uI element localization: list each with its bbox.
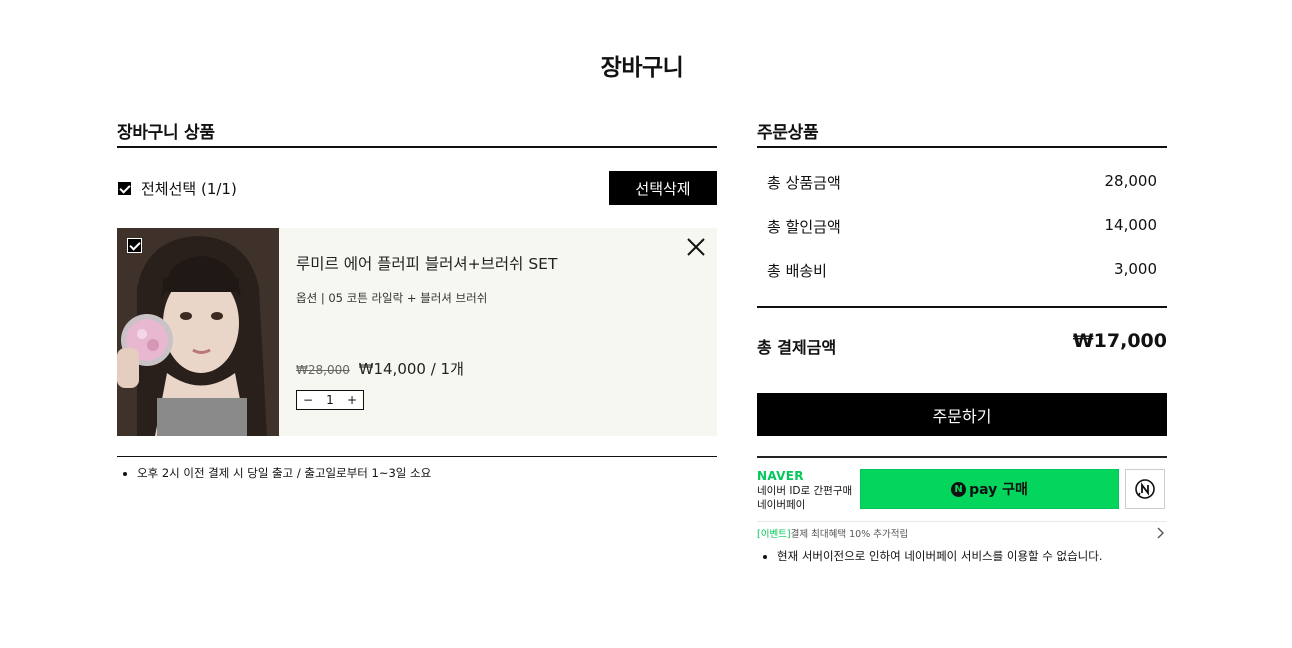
order-button[interactable]: 주문하기 [757, 393, 1167, 436]
shipping-note-item: 오후 2시 이전 결제 시 당일 출고 / 출고일로부터 1~3일 소요 [137, 465, 717, 481]
chevron-right-icon[interactable] [1155, 527, 1165, 539]
quantity-stepper: − 1 + [296, 390, 364, 410]
naver-talk-icon [1135, 479, 1155, 499]
summary-label: 총 할인금액 [767, 218, 841, 236]
order-summary: 주문상품 총 상품금액 28,000 총 할인금액 14,000 총 배송비 3… [757, 118, 1167, 568]
qty-value[interactable]: 1 [319, 391, 341, 409]
shipping-note: 오후 2시 이전 결제 시 당일 출고 / 출고일로부터 1~3일 소요 [117, 465, 717, 481]
sale-price: ₩14,000 / 1개 [358, 360, 464, 378]
naver-desc: 네이버 ID로 간편구매 네이버페이 [757, 485, 853, 511]
summary-value: 3,000 [1114, 260, 1157, 278]
summary-list: 총 상품금액 28,000 총 할인금액 14,000 총 배송비 3,000 [757, 148, 1167, 306]
naver-pay-button[interactable]: N pay 구매 [860, 469, 1119, 509]
original-price: ₩28,000 [296, 363, 350, 377]
npay-icon: N [951, 481, 967, 497]
total-label: 총 결제금액 [757, 338, 837, 357]
close-icon[interactable] [687, 238, 705, 256]
summary-row-shipping: 총 배송비 3,000 [757, 250, 1167, 294]
total-value: ₩17,000 [1072, 330, 1167, 352]
summary-value: 14,000 [1104, 216, 1158, 234]
summary-value: 28,000 [1104, 172, 1158, 190]
select-all-checkbox[interactable] [118, 182, 131, 195]
item-price: ₩28,000 ₩14,000 / 1개 [296, 358, 464, 379]
cart-item: 루미르 에어 플러피 블러셔+브러쉬 SET 옵션 | 05 코튼 라일락 + … [117, 228, 717, 436]
naver-pay-box: NAVER 네이버 ID로 간편구매 네이버페이 N pay 구매 [이벤트]결… [757, 456, 1167, 568]
item-name[interactable]: 루미르 에어 플러피 블러셔+브러쉬 SET [296, 252, 557, 274]
naver-talk-button[interactable] [1125, 469, 1165, 509]
select-all-label[interactable]: 전체선택 (1/1) [141, 178, 237, 199]
naver-logo: NAVER [757, 469, 804, 483]
delete-selected-button[interactable]: 선택삭제 [609, 171, 717, 205]
event-desc: 결제 최대혜택 10% 추가적립 [790, 529, 909, 540]
total-row: 총 결제금액 ₩17,000 [757, 306, 1167, 378]
cart-section: 장바구니 상품 전체선택 (1/1) 선택삭제 루미르 에어 플러피 블러셔+브… [117, 118, 717, 481]
product-image[interactable] [117, 228, 279, 436]
order-section-title: 주문상품 [757, 123, 819, 143]
summary-row-subtotal: 총 상품금액 28,000 [757, 162, 1167, 206]
divider [117, 456, 717, 457]
select-row: 전체선택 (1/1) 선택삭제 [117, 148, 717, 228]
event-tag: [이벤트] [757, 529, 791, 540]
summary-label: 총 배송비 [767, 262, 827, 280]
naver-event-row[interactable]: [이벤트]결제 최대혜택 10% 추가적립 [757, 521, 1167, 542]
item-option: 옵션 | 05 코튼 라일락 + 블러셔 브러쉬 [296, 291, 488, 305]
cart-section-title: 장바구니 상품 [117, 123, 215, 143]
summary-row-discount: 총 할인금액 14,000 [757, 206, 1167, 250]
naver-notice-item: 현재 서버이전으로 인하여 네이버페이 서비스를 이용할 수 없습니다. [777, 548, 1102, 564]
page-title: 장바구니 [600, 55, 684, 81]
naver-notice: 현재 서버이전으로 인하여 네이버페이 서비스를 이용할 수 없습니다. [757, 548, 1102, 564]
naver-pay-label: pay 구매 [969, 482, 1028, 498]
qty-plus-button[interactable]: + [341, 391, 363, 409]
summary-label: 총 상품금액 [767, 174, 841, 192]
event-text: [이벤트]결제 최대혜택 10% 추가적립 [757, 526, 908, 540]
item-checkbox[interactable] [127, 238, 142, 253]
qty-minus-button[interactable]: − [297, 391, 319, 409]
